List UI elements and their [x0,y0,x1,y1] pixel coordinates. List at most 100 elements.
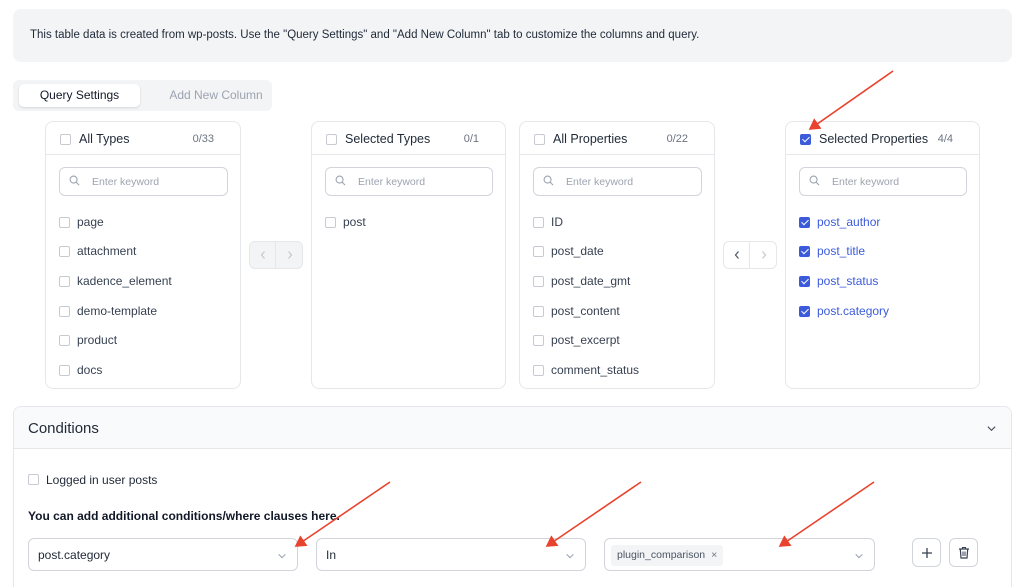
item-checkbox[interactable] [533,335,544,346]
item-label: post_date [551,244,604,258]
item-label: kadence_element [77,274,172,288]
condition-operator-select[interactable]: In [316,538,586,571]
selected-properties-search[interactable] [799,167,967,196]
tab-query-settings[interactable]: Query Settings [19,84,140,107]
plus-icon [921,547,932,558]
item-checkbox[interactable] [59,276,70,287]
value-tag: plugin_comparison × [611,545,724,566]
condition-value-select[interactable]: plugin_comparison × [604,538,875,571]
selected-types-search[interactable] [325,167,493,196]
chevron-right-icon [762,251,767,259]
selected-properties-title: Selected Properties [819,132,929,146]
add-condition-button[interactable] [912,538,941,567]
item-label: demo-template [77,304,158,318]
chevron-down-icon [566,553,574,559]
all-properties-header: All Properties 0/22 [520,122,714,155]
item-label: docs [77,363,103,377]
item-label: post_status [817,274,879,288]
selected-types-title: Selected Types [345,132,431,146]
chevron-down-icon [855,553,863,559]
all-types-panel: All Types 0/33 page attachment kadence_e… [45,121,241,389]
item-checkbox[interactable] [799,306,810,317]
types-transfer-buttons [249,241,303,269]
item-label: product [77,333,118,347]
item-label: post_author [817,215,881,229]
item-checkbox[interactable] [533,246,544,257]
item-label: post [343,215,366,229]
search-icon [543,175,554,186]
condition-field-value: post.category [38,548,111,562]
item-checkbox[interactable] [59,306,70,317]
item-label: comment_status [551,363,640,377]
item-label: post_excerpt [551,333,620,347]
trash-icon [958,546,969,559]
item-checkbox[interactable] [325,217,336,228]
item-checkbox[interactable] [799,276,810,287]
item-checkbox[interactable] [533,365,544,376]
value-tag-label: plugin_comparison [617,549,706,561]
settings-tabs: Query Settings Add New Column [13,80,272,111]
all-properties-count: 0/22 [666,133,688,145]
item-checkbox[interactable] [59,217,70,228]
logged-in-user-checkbox[interactable] [28,474,39,485]
selected-types-header: Selected Types 0/1 [312,122,505,155]
chevron-left-icon [260,251,265,259]
move-right-button[interactable] [277,242,303,268]
condition-operator-value: In [326,548,337,562]
properties-transfer-buttons [723,241,777,269]
selected-types-select-all-checkbox[interactable] [326,134,337,145]
tab-add-new-column[interactable]: Add New Column [148,84,284,107]
selected-properties-select-all-checkbox[interactable] [800,134,811,145]
move-left-button[interactable] [250,242,276,268]
condition-field-select[interactable]: post.category [28,538,298,571]
selected-types-count: 0/1 [463,133,479,145]
search-icon [69,175,80,186]
item-checkbox[interactable] [799,217,810,228]
selected-properties-header: Selected Properties 4/4 [786,122,979,155]
all-types-search-input[interactable] [92,173,212,190]
conditions-info-text: You can add additional conditions/where … [28,509,340,523]
all-properties-select-all-checkbox[interactable] [534,134,545,145]
all-properties-panel: All Properties 0/22 ID post_date post_da… [519,121,715,389]
logged-in-user-label: Logged in user posts [46,473,158,487]
search-icon [335,175,346,186]
conditions-section: Conditions Logged in user posts You can … [13,406,1012,587]
selected-properties-panel: Selected Properties 4/4 post_author post… [785,121,980,389]
notice-text: This table data is created from wp-posts… [30,29,700,41]
chevron-down-icon [278,553,286,559]
search-icon [809,175,820,186]
item-label: page [77,215,104,229]
all-types-select-all-checkbox[interactable] [60,134,71,145]
item-checkbox[interactable] [533,217,544,228]
move-left-button[interactable] [724,242,750,268]
all-types-count: 0/33 [192,133,214,145]
selected-types-panel: Selected Types 0/1 post [311,121,506,389]
info-notice: This table data is created from wp-posts… [13,9,1012,62]
item-label: post_content [551,304,620,318]
conditions-title: Conditions [28,420,99,437]
selected-properties-search-input[interactable] [832,173,952,190]
close-icon[interactable]: × [711,549,717,561]
selected-types-search-input[interactable] [358,173,478,190]
chevron-right-icon [288,251,293,259]
all-properties-search[interactable] [533,167,702,196]
item-checkbox[interactable] [59,246,70,257]
move-right-button[interactable] [751,242,777,268]
item-label: ID [551,215,563,229]
item-checkbox[interactable] [59,335,70,346]
item-checkbox[interactable] [59,365,70,376]
all-types-search[interactable] [59,167,228,196]
chevron-down-icon[interactable] [986,423,997,434]
item-label: post_title [817,244,866,258]
item-label: post.category [817,304,890,318]
item-label: post_date_gmt [551,274,631,288]
delete-condition-button[interactable] [949,538,978,567]
all-types-header: All Types 0/33 [46,122,240,155]
all-properties-search-input[interactable] [566,173,686,190]
item-label: attachment [77,244,137,258]
item-checkbox[interactable] [533,306,544,317]
item-checkbox[interactable] [533,276,544,287]
item-checkbox[interactable] [799,246,810,257]
conditions-header[interactable]: Conditions [14,407,1011,449]
all-types-title: All Types [79,132,130,146]
